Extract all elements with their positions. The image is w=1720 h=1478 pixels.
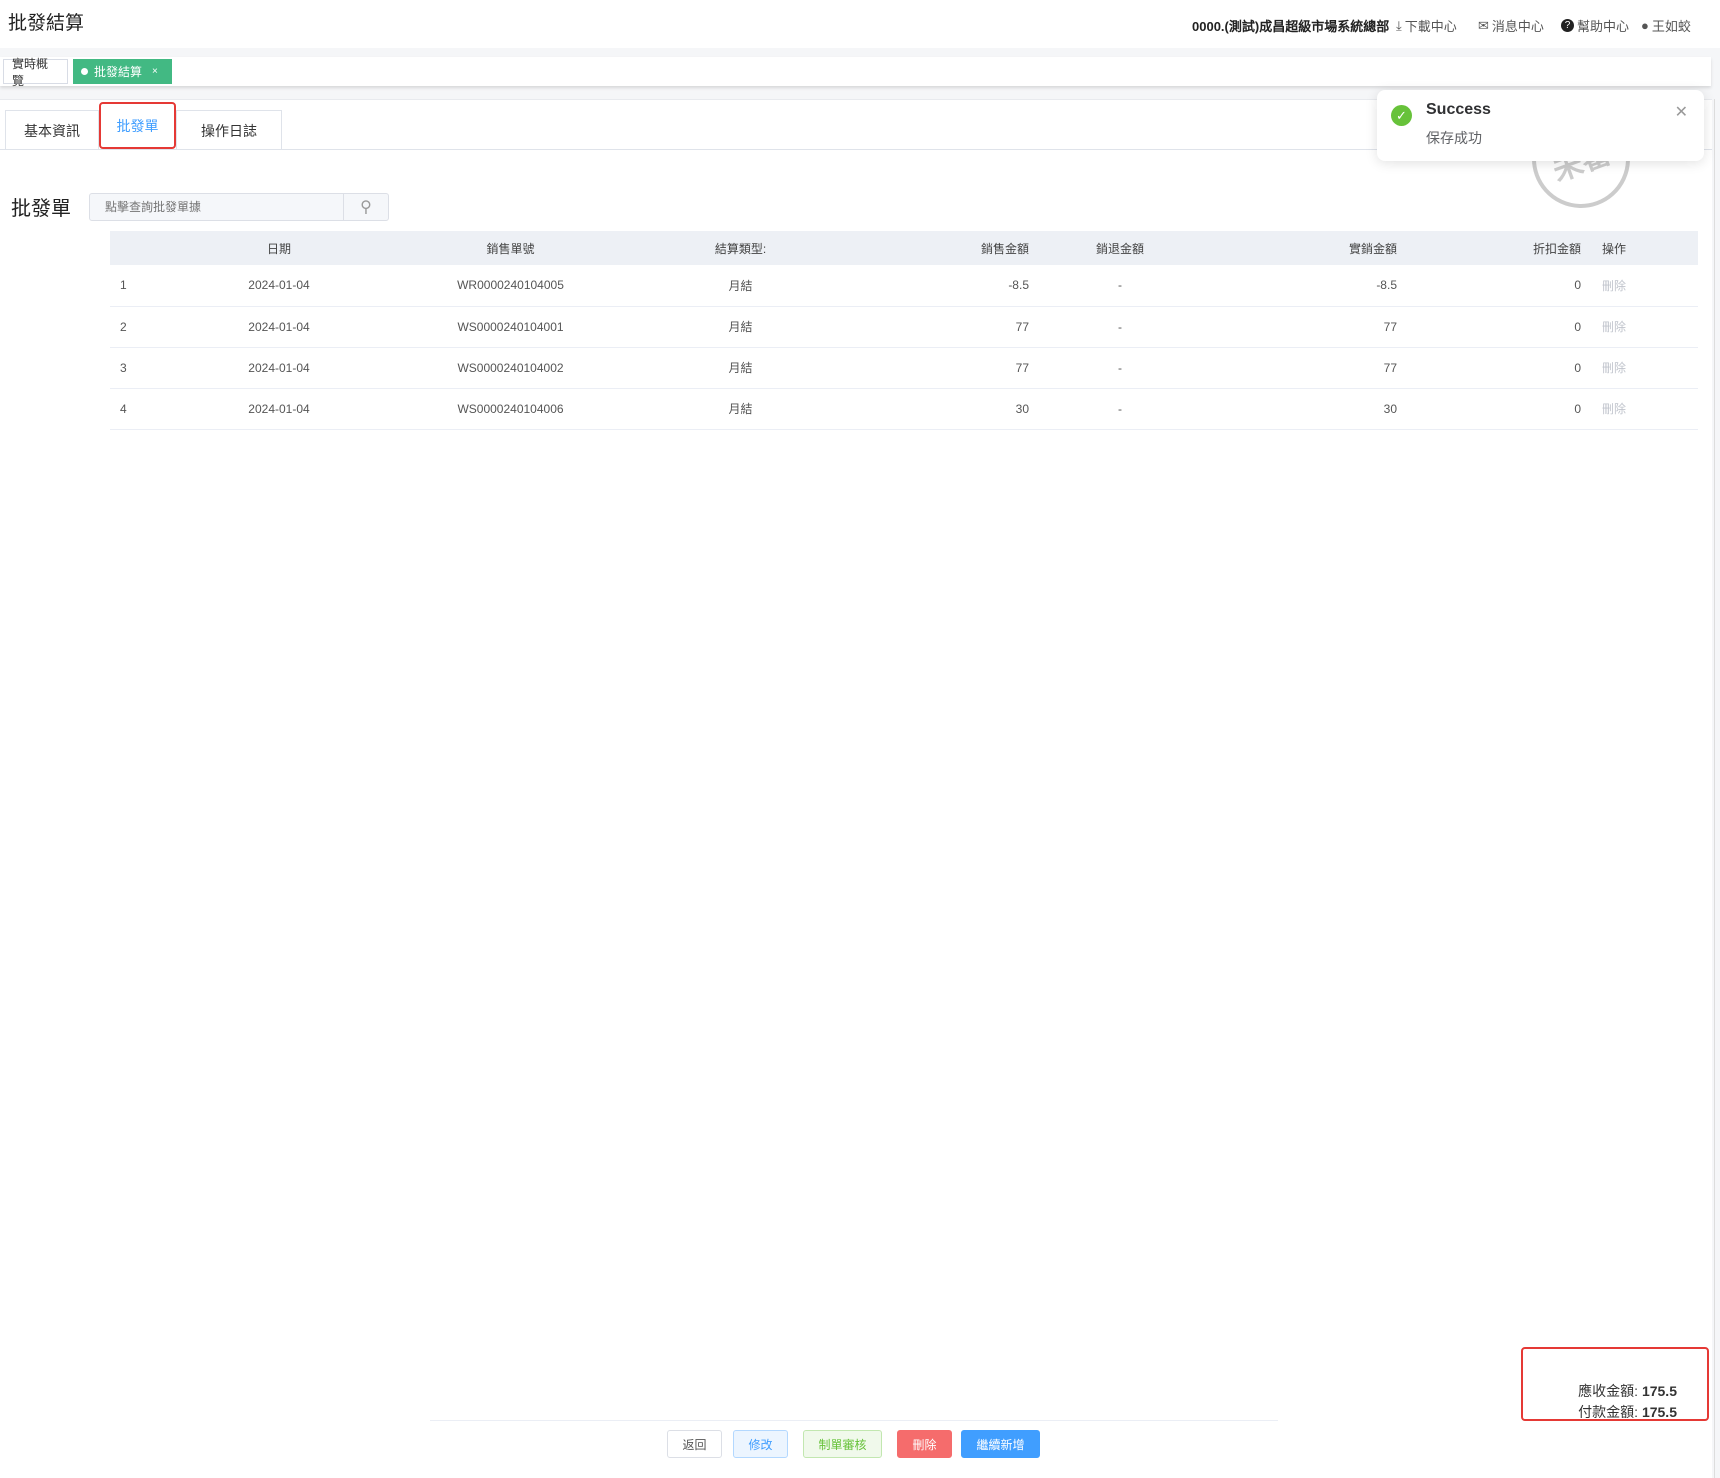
footer-divider xyxy=(430,1420,1278,1421)
active-dot-icon xyxy=(81,68,88,75)
delete-button[interactable]: 刪除 xyxy=(897,1430,952,1458)
cell-type: 月結 xyxy=(633,265,848,307)
user-menu[interactable]: ● 王如蛟 xyxy=(1641,16,1691,35)
payment-total: 付款金額: 175.5 xyxy=(1578,1402,1677,1422)
col-settlement-type: 結算類型: xyxy=(633,231,848,265)
help-label: 幫助中心 xyxy=(1577,19,1630,34)
search-icon: ⚲ xyxy=(360,199,372,216)
col-return-amount: 銷退金額 xyxy=(1029,231,1211,265)
cell-date: 2024-01-04 xyxy=(170,388,388,430)
tag-realtime-overview[interactable]: 實時概覽 xyxy=(3,57,68,88)
delete-row-link[interactable]: 刪除 xyxy=(1581,388,1698,430)
user-name: 王如蛟 xyxy=(1651,19,1691,34)
wholesale-orders-table: 日期 銷售單號 結算類型: 銷售金額 銷退金額 實銷金額 折扣金額 操作 1 20… xyxy=(110,231,1698,430)
col-discount-amount: 折扣金額 xyxy=(1397,231,1581,265)
back-button[interactable]: 返回 xyxy=(667,1430,722,1458)
tab-basic-info[interactable]: 基本資訊 xyxy=(5,110,99,150)
search-box: ⚲ xyxy=(89,193,389,221)
col-order-no: 銷售單號 xyxy=(388,231,633,265)
cell-type: 月結 xyxy=(633,306,848,348)
user-icon: ● xyxy=(1641,18,1649,33)
messages-label: 消息中心 xyxy=(1491,19,1544,34)
cell-no: 4 xyxy=(110,388,170,430)
cell-order: WS0000240104006 xyxy=(388,388,633,430)
scrollbar[interactable] xyxy=(1714,99,1715,1478)
success-notification: ✓ Success 保存成功 ✕ xyxy=(1377,90,1704,161)
delete-row-link[interactable]: 刪除 xyxy=(1581,265,1698,307)
cell-sales: 77 xyxy=(848,347,1029,389)
toast-message: 保存成功 xyxy=(1426,130,1482,146)
cell-no: 3 xyxy=(110,347,170,389)
cell-date: 2024-01-04 xyxy=(170,306,388,348)
col-net-amount: 實銷金額 xyxy=(1211,231,1397,265)
audit-button[interactable]: 制單審核 xyxy=(803,1430,882,1458)
cell-net: -8.5 xyxy=(1211,265,1397,307)
cell-discount: 0 xyxy=(1397,347,1581,389)
success-check-icon: ✓ xyxy=(1391,105,1412,126)
payment-label: 付款金額: xyxy=(1578,1404,1639,1420)
tab-operation-log[interactable]: 操作日誌 xyxy=(176,110,282,150)
close-icon[interactable]: × xyxy=(152,66,158,77)
col-actions: 操作 xyxy=(1581,231,1698,265)
download-icon: ⤓ xyxy=(1396,17,1402,33)
organization-name[interactable]: 0000.(測試)成昌超級市場系統總部 xyxy=(1192,16,1389,35)
col-date: 日期 xyxy=(170,231,388,265)
col-sales-amount: 銷售金額 xyxy=(848,231,1029,265)
cell-net: 30 xyxy=(1211,388,1397,430)
close-icon[interactable]: ✕ xyxy=(1675,102,1688,122)
edit-button[interactable]: 修改 xyxy=(733,1430,788,1458)
payment-value: 175.5 xyxy=(1641,1404,1677,1420)
cell-discount: 0 xyxy=(1397,306,1581,348)
table-header-row: 日期 銷售單號 結算類型: 銷售金額 銷退金額 實銷金額 折扣金額 操作 xyxy=(110,231,1698,265)
cell-net: 77 xyxy=(1211,347,1397,389)
cell-returns: - xyxy=(1029,388,1211,430)
order-search-input[interactable] xyxy=(90,194,343,220)
cell-type: 月結 xyxy=(633,388,848,430)
cell-net: 77 xyxy=(1211,306,1397,348)
cell-no: 1 xyxy=(110,265,170,307)
tags-bar: 實時概覽 批發結算 × xyxy=(0,57,1711,88)
delete-row-link[interactable]: 刪除 xyxy=(1581,306,1698,348)
top-bar xyxy=(0,0,1720,48)
help-icon: ? xyxy=(1561,19,1574,32)
download-label: 下載中心 xyxy=(1404,19,1457,34)
cell-date: 2024-01-04 xyxy=(170,347,388,389)
cell-sales: 30 xyxy=(848,388,1029,430)
cell-no: 2 xyxy=(110,306,170,348)
receivable-value: 175.5 xyxy=(1641,1383,1677,1399)
cell-discount: 0 xyxy=(1397,265,1581,307)
tab-wholesale-orders[interactable]: 批發單 xyxy=(99,102,176,149)
delete-row-link[interactable]: 刪除 xyxy=(1581,347,1698,389)
mail-icon: ✉ xyxy=(1478,17,1489,33)
tag-label: 批發結算 xyxy=(94,65,143,79)
receivable-total: 應收金額: 175.5 xyxy=(1578,1381,1677,1401)
cell-returns: - xyxy=(1029,265,1211,307)
continue-add-button[interactable]: 繼續新增 xyxy=(961,1430,1040,1458)
col-index xyxy=(110,231,170,265)
tag-wholesale-settlement[interactable]: 批發結算 × xyxy=(73,59,172,84)
cell-order: WS0000240104001 xyxy=(388,306,633,348)
table-row: 2 2024-01-04 WS0000240104001 月結 77-77 0 刪除 xyxy=(110,306,1698,348)
cell-returns: - xyxy=(1029,306,1211,348)
cell-returns: - xyxy=(1029,347,1211,389)
page-title: 批發結算 xyxy=(8,13,85,34)
toast-title: Success xyxy=(1426,101,1491,118)
cell-sales: -8.5 xyxy=(848,265,1029,307)
download-center-link[interactable]: ⤓ 下載中心 xyxy=(1396,16,1457,35)
search-button[interactable]: ⚲ xyxy=(343,194,388,220)
cell-sales: 77 xyxy=(848,306,1029,348)
receivable-label: 應收金額: xyxy=(1578,1383,1639,1399)
table-row: 3 2024-01-04 WS0000240104002 月結 77-77 0 刪除 xyxy=(110,347,1698,389)
cell-type: 月結 xyxy=(633,347,848,389)
section-title: 批發單 xyxy=(11,198,71,220)
cell-discount: 0 xyxy=(1397,388,1581,430)
cell-date: 2024-01-04 xyxy=(170,265,388,307)
table-row: 1 2024-01-04 WR0000240104005 月結 -8.5- -8.5 0 刪除 xyxy=(110,265,1698,307)
totals-box: 應收金額: 175.5 付款金額: 175.5 xyxy=(1521,1347,1709,1421)
cell-order: WR0000240104005 xyxy=(388,265,633,307)
cell-order: WS0000240104002 xyxy=(388,347,633,389)
table-row: 4 2024-01-04 WS0000240104006 月結 30-30 0 刪除 xyxy=(110,388,1698,430)
help-center-link[interactable]: ? 幫助中心 xyxy=(1561,16,1629,35)
message-center-link[interactable]: ✉ 消息中心 xyxy=(1478,16,1544,35)
